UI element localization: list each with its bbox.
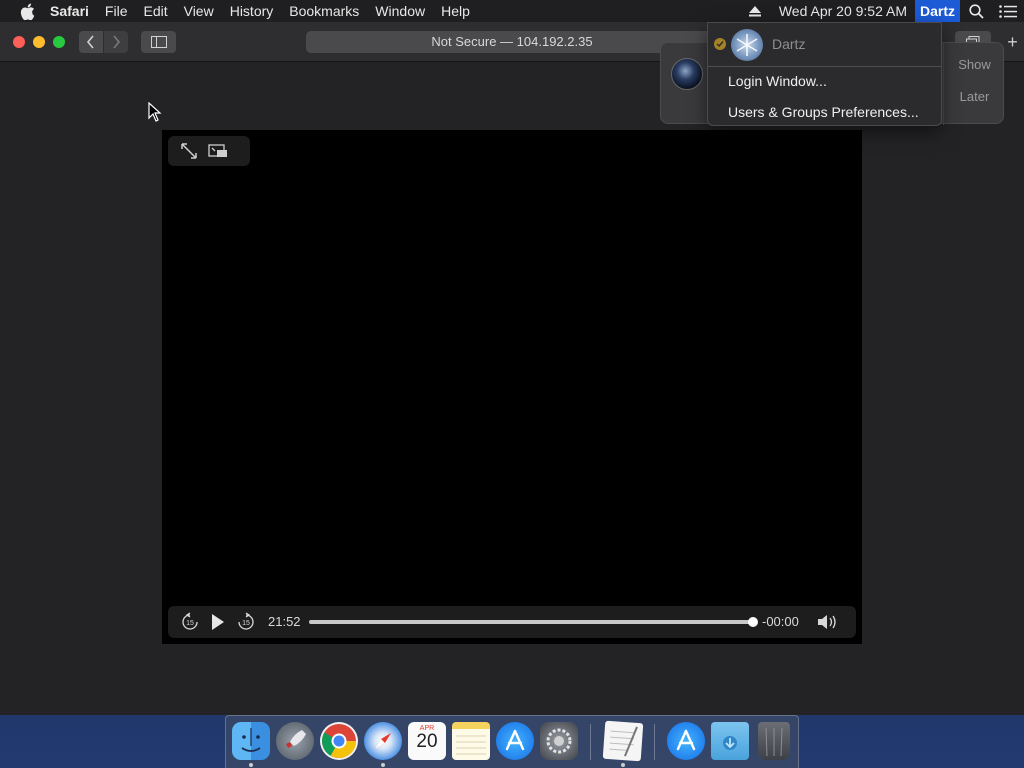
- spotlight-icon[interactable]: [960, 0, 992, 22]
- calendar-day: 20: [416, 731, 438, 752]
- menu-file[interactable]: File: [97, 0, 136, 22]
- close-window-button[interactable]: [13, 36, 25, 48]
- later-button[interactable]: Later: [944, 81, 1005, 113]
- menu-window[interactable]: Window: [367, 0, 433, 22]
- svg-text:15: 15: [242, 620, 250, 627]
- mouse-cursor-icon: [148, 101, 162, 127]
- menu-history[interactable]: History: [222, 0, 282, 22]
- finder-icon[interactable]: [232, 722, 270, 760]
- user-avatar: [731, 29, 763, 61]
- menu-clock[interactable]: Wed Apr 20 9:52 AM: [771, 0, 915, 22]
- checkmark-icon: [714, 38, 726, 50]
- video-controls-bar: 15 15 21:52 -00:00: [168, 606, 856, 638]
- running-indicator: [381, 763, 385, 767]
- skip-back-15-icon[interactable]: 15: [180, 612, 200, 632]
- menu-bar: Safari File Edit View History Bookmarks …: [0, 0, 1024, 22]
- app-store-icon[interactable]: [496, 722, 534, 760]
- chevron-right-icon: [113, 35, 121, 49]
- menu-bar-extras: Wed Apr 20 9:52 AM Dartz: [739, 0, 1024, 22]
- forward-button[interactable]: [104, 31, 128, 53]
- show-button[interactable]: Show: [944, 49, 1005, 81]
- trash-icon[interactable]: [758, 722, 790, 760]
- skip-forward-15-icon[interactable]: 15: [236, 612, 256, 632]
- notification-actions: Show Later: [943, 43, 1005, 125]
- address-bar[interactable]: Not Secure — 104.192.2.35: [306, 31, 718, 53]
- downloads-folder-icon[interactable]: [711, 722, 749, 760]
- zoom-window-button[interactable]: [53, 36, 65, 48]
- notes-icon[interactable]: [452, 722, 490, 760]
- play-icon: [212, 614, 224, 630]
- textedit-icon[interactable]: [602, 720, 644, 762]
- menu-help[interactable]: Help: [433, 0, 478, 22]
- picture-in-picture-icon[interactable]: [208, 143, 228, 159]
- calendar-icon[interactable]: APR 20: [408, 722, 446, 760]
- eject-icon[interactable]: [739, 0, 771, 22]
- play-button[interactable]: [210, 613, 226, 631]
- menu-edit[interactable]: Edit: [135, 0, 175, 22]
- user-dropdown-menu: Dartz Login Window... Users & Groups Pre…: [707, 22, 942, 126]
- safari-icon[interactable]: [364, 722, 402, 760]
- chrome-icon[interactable]: [320, 722, 358, 760]
- elapsed-time: 21:52: [268, 614, 301, 629]
- video-player[interactable]: 15 15 21:52 -00:00: [162, 130, 862, 644]
- menu-bookmarks[interactable]: Bookmarks: [281, 0, 367, 22]
- sidebar-icon: [150, 36, 167, 48]
- menu-view[interactable]: View: [176, 0, 222, 22]
- dock-separator: [654, 724, 655, 760]
- menu-app-safari[interactable]: Safari: [42, 0, 97, 22]
- scrubber-knob[interactable]: [748, 617, 758, 627]
- notification-center-icon[interactable]: [992, 0, 1024, 22]
- system-preferences-icon[interactable]: [540, 722, 578, 760]
- fullscreen-icon[interactable]: [180, 142, 198, 160]
- dock-separator: [590, 724, 591, 760]
- progress-scrubber[interactable]: [309, 617, 758, 627]
- launchpad-icon[interactable]: [276, 722, 314, 760]
- desktop: Not Secure — 104.192.2.35 + Show Later 1…: [0, 0, 1024, 768]
- users-groups-preferences-item[interactable]: Users & Groups Preferences...: [728, 104, 919, 120]
- volume-icon[interactable]: [816, 612, 840, 632]
- running-indicator: [621, 763, 625, 767]
- video-top-controls: [168, 136, 250, 166]
- current-user-name: Dartz: [772, 36, 806, 52]
- login-window-item[interactable]: Login Window...: [728, 73, 827, 89]
- current-user-row: Dartz: [708, 27, 941, 61]
- running-indicator: [249, 763, 253, 767]
- sidebar-toggle-button[interactable]: [141, 31, 176, 53]
- dock: APR 20: [225, 715, 799, 768]
- back-button[interactable]: [79, 31, 103, 53]
- svg-text:15: 15: [186, 620, 194, 627]
- app-icon: [671, 58, 703, 90]
- apple-icon[interactable]: [12, 0, 42, 22]
- chevron-left-icon: [86, 35, 94, 49]
- minimize-window-button[interactable]: [33, 36, 45, 48]
- remaining-time: -00:00: [762, 614, 799, 629]
- user-switch-menu[interactable]: Dartz: [914, 0, 960, 22]
- menu-divider: [708, 66, 941, 67]
- applications-folder-icon[interactable]: [667, 722, 705, 760]
